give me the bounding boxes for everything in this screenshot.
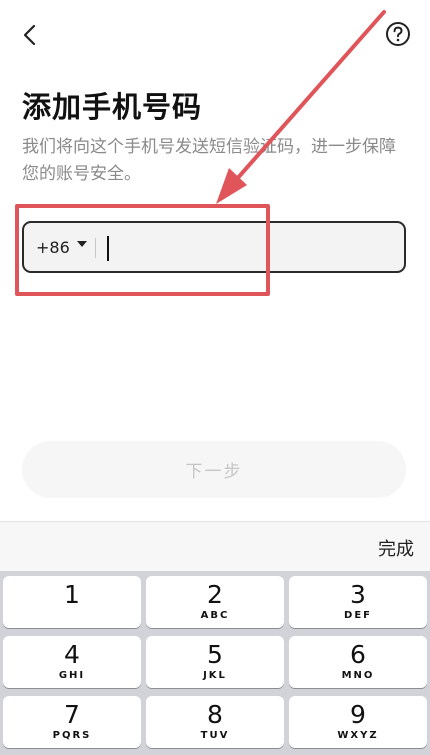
key-digit: 7 [64, 700, 80, 729]
country-code-selector[interactable]: +86 [36, 238, 70, 257]
key-letters: ABC [200, 610, 230, 621]
text-cursor [107, 236, 109, 261]
key-6[interactable]: 6 MNO [289, 636, 427, 688]
key-letters: DEF [344, 610, 372, 621]
phone-input-box[interactable]: +86 [22, 221, 406, 273]
key-letters: PQRS [52, 730, 92, 741]
key-letters: GHI [58, 670, 86, 681]
key-digit: 2 [207, 580, 223, 609]
next-step-button[interactable]: 下一步 [22, 441, 406, 498]
key-5[interactable]: 5 JKL [146, 636, 284, 688]
key-2[interactable]: 2 ABC [146, 576, 284, 628]
key-letters: MNO [341, 670, 375, 681]
key-1[interactable]: 1 [3, 576, 141, 628]
done-button[interactable]: 完成 [378, 535, 414, 561]
key-digit: 3 [350, 580, 366, 609]
numeric-keypad: 1 2 ABC 3 DEF 4 GHI 5 JKL 6 MNO 7 PQRS 8 [0, 571, 430, 755]
key-digit: 4 [64, 640, 80, 669]
key-3[interactable]: 3 DEF [289, 576, 427, 628]
help-button[interactable] [384, 20, 412, 48]
key-digit: 9 [350, 700, 366, 729]
key-digit: 8 [207, 700, 223, 729]
back-button[interactable] [16, 20, 46, 50]
phone-number-input[interactable] [104, 231, 394, 265]
chevron-left-icon [23, 24, 36, 46]
page-subtitle: 我们将向这个手机号发送短信验证码，进一步保障您的账号安全。 [22, 137, 396, 184]
key-digit: 6 [350, 640, 366, 669]
key-digit: 5 [207, 640, 223, 669]
key-letters: TUV [200, 730, 230, 741]
key-digit: 1 [64, 580, 80, 609]
key-8[interactable]: 8 TUV [146, 696, 284, 748]
caret-down-icon[interactable] [77, 241, 87, 247]
divider [95, 238, 96, 258]
keyboard-toolbar: 完成 [0, 521, 430, 571]
key-letters: WXYZ [337, 730, 379, 741]
key-4[interactable]: 4 GHI [3, 636, 141, 688]
key-letters: JKL [203, 670, 227, 681]
question-circle-icon [386, 22, 410, 46]
page-title: 添加手机号码 [22, 90, 203, 124]
key-7[interactable]: 7 PQRS [3, 696, 141, 748]
add-phone-screen: 添加手机号码 我们将向这个手机号发送短信验证码，进一步保障您的账号安全。 +86… [0, 0, 430, 755]
top-bar [0, 0, 430, 70]
key-9[interactable]: 9 WXYZ [289, 696, 427, 748]
